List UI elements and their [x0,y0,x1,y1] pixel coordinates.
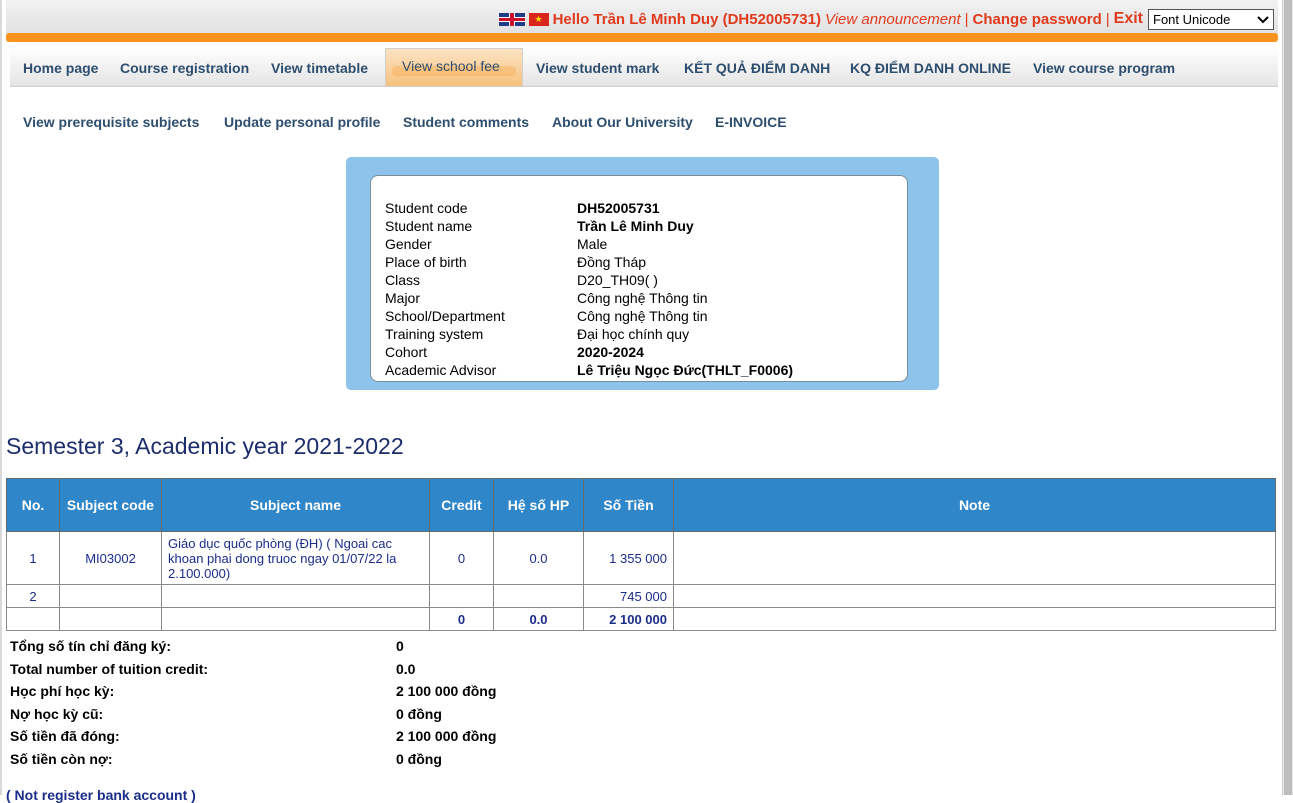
header-accent-line [6,33,1278,42]
change-password-link[interactable]: Change password [973,11,1102,28]
bank-account-link[interactable]: ( Not register bank account ) [6,787,196,803]
cell-subject-code [59,584,162,608]
cell-credit: 0 [429,531,494,585]
info-value: Trần Lê Minh Duy [577,218,694,234]
nav-view-school-fee[interactable]: View school fee [402,58,500,74]
info-value: D20_TH09( ) [577,272,658,288]
summary-value: 0 đồng [396,705,442,722]
info-value: DH52005731 [577,200,660,216]
cell-empty [161,607,430,631]
font-select[interactable]: Font Unicode [1148,9,1274,30]
info-value: Lê Triệu Ngọc Đức(THLT_F0006) [577,362,794,378]
nav-prerequisite-subjects[interactable]: View prerequisite subjects [23,114,199,130]
fee-table: No. Subject code Subject name Credit Hệ … [6,478,1276,631]
scrollbar-thumb[interactable] [1284,0,1292,795]
semester-title: Semester 3, Academic year 2021-2022 [6,433,404,459]
info-label: Training system [385,326,484,342]
summary-label: Tổng số tín chỉ đăng ký: [10,638,171,654]
summary-label: Total number of tuition credit: [10,660,209,677]
nav-about-university[interactable]: About Our University [552,114,693,130]
student-info-card: Student code DH52005731 Student name Trần L… [370,175,908,382]
col-header-subject-name: Subject name [161,478,430,532]
chevron-down-icon [1257,15,1269,23]
info-value: 2020-2024 [577,344,644,360]
summary-label: Học phí học kỳ: [10,683,115,699]
total-credit: 0 [429,607,494,631]
info-label: Student code [385,200,468,216]
cell-empty [673,607,1276,631]
font-select-value: Font Unicode [1153,12,1231,27]
col-header-credit: Credit [429,478,494,532]
col-header-he-so-hp: Hệ số HP [493,478,584,532]
cell-subject-code: MI03002 [59,531,162,585]
summary-label: Số tiền đã đóng: [10,728,120,744]
table-row: 1 MI03002 Giáo dục quốc phòng (ĐH) ( Ngo… [6,531,1276,585]
cell-empty [59,607,162,631]
info-label: Gender [385,236,432,252]
nav-kq-diem-danh-online[interactable]: KQ ĐIỂM DANH ONLINE [850,60,1011,76]
cell-credit [429,584,494,608]
cell-he-so-hp: 0.0 [493,531,584,585]
separator: | [1105,10,1110,28]
info-label: Major [385,290,421,306]
summary-label: Nợ học kỳ cũ: [10,705,104,722]
cell-no: 2 [6,584,60,608]
nav-view-timetable[interactable]: View timetable [271,60,368,76]
cell-note [673,531,1276,585]
col-header-subject-code: Subject code [59,478,162,532]
summary-value: 0 đồng [396,750,442,767]
cell-note [673,584,1276,608]
info-label: Cohort [385,344,428,360]
main-nav: Home page Course registration View timet… [10,48,1278,87]
info-label: Place of birth [385,254,467,270]
summary-value: 2 100 000 đồng [396,683,497,699]
cell-subject-name [161,584,430,608]
summary-value: 0.0 [396,660,416,677]
nav-ket-qua-diem-danh[interactable]: KẾT QUẢ ĐIỂM DANH [684,60,830,76]
uk-flag-icon[interactable] [498,12,525,26]
col-header-no: No. [6,478,60,532]
summary-value: 2 100 000 đồng [396,728,497,744]
user-greeting-bar: ★ Hello Trần Lê Minh Duy (DH52005731) Vi… [498,10,1143,28]
info-label: Class [385,272,421,288]
cell-subject-name: Giáo dục quốc phòng (ĐH) ( Ngoai cac kho… [161,531,430,585]
info-value: Công nghệ Thông tin [577,290,708,306]
total-so-tien: 2 100 000 [583,607,674,631]
exit-link[interactable]: Exit [1114,10,1143,28]
info-label: School/Department [385,308,505,324]
info-value: Đồng Tháp [577,254,647,270]
greeting-text: Hello Trần Lê Minh Duy (DH52005731) [552,10,821,28]
table-header-row: No. Subject code Subject name Credit Hệ … [6,478,1276,532]
cell-empty [6,607,60,631]
cell-so-tien: 745 000 [583,584,674,608]
info-label: Academic Advisor [385,362,497,378]
nav-student-comments[interactable]: Student comments [403,114,529,130]
cell-he-so-hp [493,584,584,608]
info-value: Male [577,236,608,252]
vertical-scrollbar[interactable] [1282,0,1293,795]
summary-label: Số tiền còn nợ: [10,750,113,767]
view-announcement-link[interactable]: View announcement [825,11,961,28]
info-value: Đại học chính quy [577,326,690,342]
col-header-note: Note [673,478,1276,532]
vn-flag-icon[interactable]: ★ [528,12,549,26]
nav-view-course-program[interactable]: View course program [1033,60,1175,76]
cell-no: 1 [6,531,60,585]
cell-so-tien: 1 355 000 [583,531,674,585]
col-header-so-tien: Số Tiền [583,478,674,532]
total-he-so-hp: 0.0 [493,607,584,631]
student-info-panel: Student code DH52005731 Student name Trần L… [346,157,939,390]
info-label: Student name [385,218,473,234]
info-value: Công nghệ Thông tin [577,308,708,324]
nav-e-invoice[interactable]: E-INVOICE [715,114,787,130]
table-total-row: 0 0.0 2 100 000 [6,607,1276,631]
summary-value: 0 [396,638,404,654]
nav-course-registration[interactable]: Course registration [120,60,249,76]
table-row: 2 745 000 [6,584,1276,608]
separator: | [964,10,969,28]
nav-view-student-mark[interactable]: View student mark [536,60,659,76]
nav-update-profile[interactable]: Update personal profile [224,114,380,130]
page-edge [0,0,2,795]
nav-home[interactable]: Home page [23,60,98,76]
